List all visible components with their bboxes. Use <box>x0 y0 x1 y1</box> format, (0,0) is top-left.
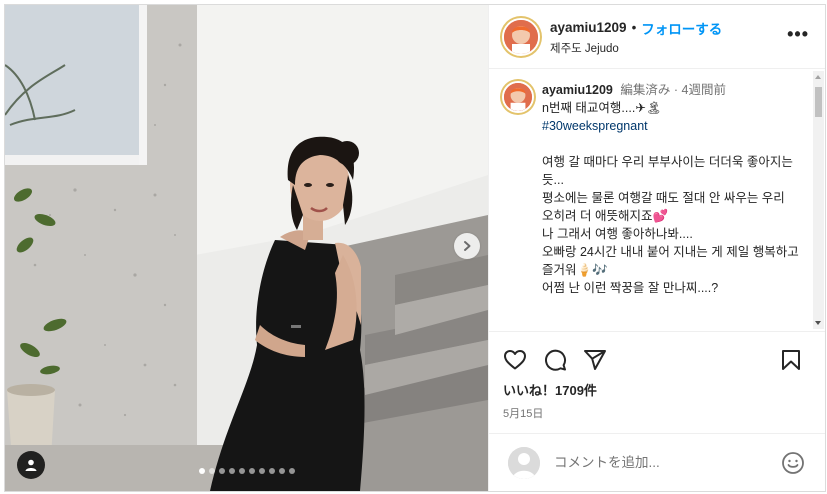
comment-icon[interactable] <box>543 348 567 372</box>
hashtag-link[interactable]: #30weekspregnant <box>542 117 804 135</box>
separator-dot: • <box>631 20 637 35</box>
post-modal: ayamiu1209 • フォローする 제주도 Jejudo ••• ayami… <box>4 4 826 492</box>
post-location[interactable]: 제주도 Jejudo <box>550 40 722 56</box>
post-date[interactable]: 5月15日 <box>503 405 813 421</box>
carousel-dot <box>288 468 295 474</box>
caption-line: 즐거워🍦🎶 <box>542 263 608 277</box>
avatar-image <box>504 19 538 54</box>
caption-line: 오빠랑 24시간 내내 붙어 지내는 게 제일 행복하고 <box>542 245 799 259</box>
comments-scrollbar[interactable] <box>813 71 824 329</box>
bookmark-icon[interactable] <box>779 348 803 372</box>
scroll-down-arrow[interactable] <box>815 321 821 325</box>
post-photo[interactable] <box>5 5 488 491</box>
meta-dot: · <box>673 83 679 97</box>
send-icon[interactable] <box>583 348 607 372</box>
carousel-next-button[interactable] <box>454 233 480 259</box>
carousel-dot <box>228 468 235 474</box>
carousel-dot <box>278 468 285 474</box>
likes-count[interactable]: いいね！1709件 <box>503 380 813 399</box>
scroll-up-arrow[interactable] <box>815 75 821 79</box>
caption: ayamiu1209 編集済み · 4週間前 n번째 태교여행....✈🏝 #3… <box>489 69 825 297</box>
author-username[interactable]: ayamiu1209 <box>550 20 627 35</box>
heart-icon[interactable] <box>503 348 527 372</box>
time-ago[interactable]: 4週間前 <box>682 83 726 97</box>
carousel-indicator <box>5 468 488 474</box>
carousel-dot <box>238 468 245 474</box>
caption-line: 평소에는 물론 여행갈 때도 절대 안 싸우는 우리 <box>542 191 785 205</box>
post-header: ayamiu1209 • フォローする 제주도 Jejudo ••• <box>489 5 825 69</box>
caption-username[interactable]: ayamiu1209 <box>542 83 613 97</box>
carousel-dot <box>248 468 255 474</box>
add-comment-bar <box>489 433 825 491</box>
caption-text: ayamiu1209 編集済み · 4週間前 n번째 태교여행....✈🏝 #3… <box>542 81 804 297</box>
follow-button[interactable]: フォローする <box>641 18 722 38</box>
comment-input[interactable] <box>554 455 764 470</box>
smile-icon[interactable] <box>781 451 805 475</box>
default-user-icon <box>508 446 540 479</box>
post-side-panel: ayamiu1209 • フォローする 제주도 Jejudo ••• ayami… <box>488 5 825 491</box>
more-options-icon[interactable]: ••• <box>787 25 809 43</box>
tagged-users-button[interactable] <box>17 451 45 479</box>
post-actions: いいね！1709件 5月15日 <box>489 331 825 423</box>
carousel-dot <box>218 468 225 474</box>
viewer-avatar <box>508 446 540 479</box>
carousel-dot <box>258 468 265 474</box>
carousel-dot <box>198 468 205 474</box>
avatar-image <box>504 83 532 111</box>
caption-line: 오히려 더 애뜻해지죠💕 <box>542 209 669 223</box>
scroll-thumb[interactable] <box>815 87 822 117</box>
carousel-dot <box>268 468 275 474</box>
carousel-dot <box>208 468 215 474</box>
caption-line: n번째 태교여행....✈🏝 <box>542 101 662 115</box>
author-avatar[interactable] <box>502 17 540 56</box>
edited-label: 編集済み <box>620 83 671 97</box>
photo-image <box>5 5 488 491</box>
chevron-right-icon <box>464 241 471 251</box>
comments-section[interactable]: ayamiu1209 編集済み · 4週間前 n번째 태교여행....✈🏝 #3… <box>489 69 825 331</box>
caption-line: 어쩜 난 이런 짝꿍을 잘 만나찌....? <box>542 281 719 295</box>
caption-avatar[interactable] <box>502 81 534 113</box>
caption-line: 나 그래서 여행 좋아하나봐.... <box>542 227 693 241</box>
caption-line: 여행 갈 때마다 우리 부부사이는 더더욱 좋아지는 듯... <box>542 155 793 187</box>
